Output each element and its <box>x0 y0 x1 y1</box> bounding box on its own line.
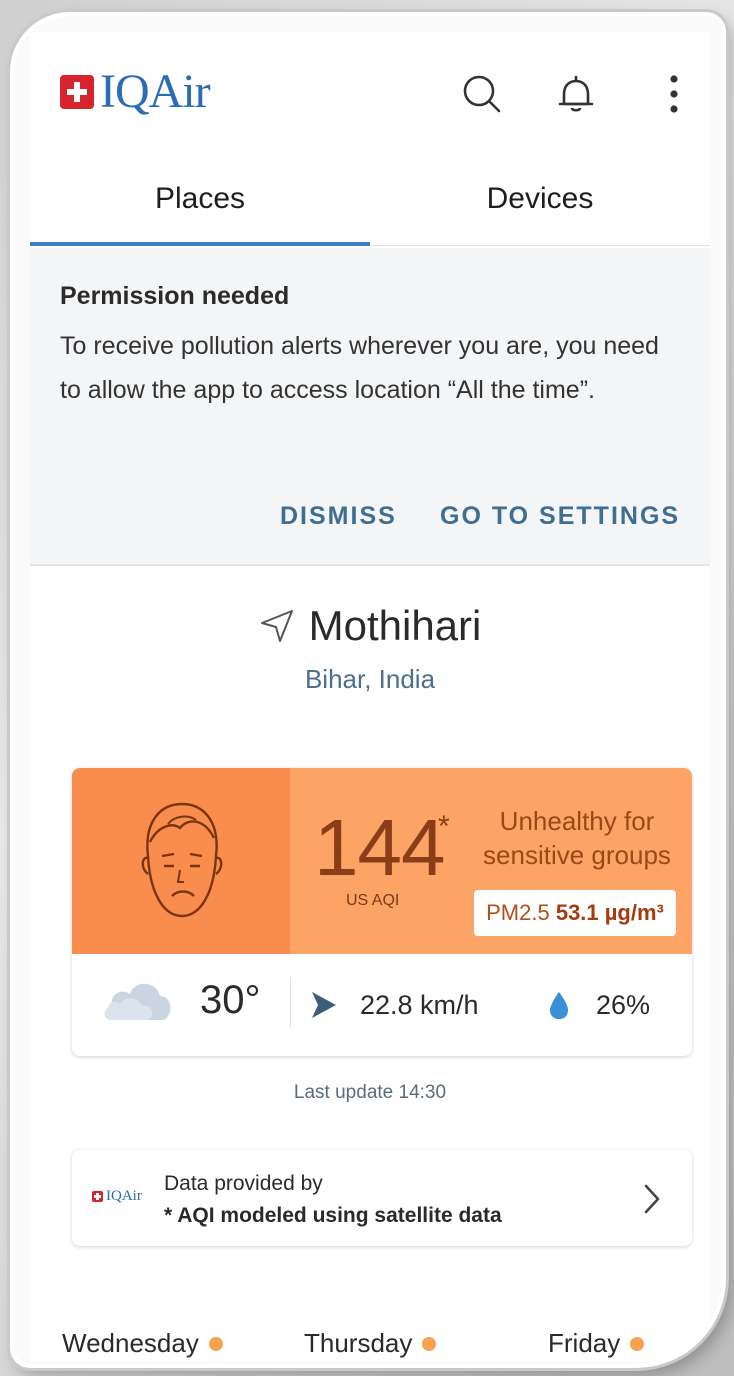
aqi-dot-icon <box>630 1336 645 1351</box>
location-arrow-icon <box>260 610 293 642</box>
go-to-settings-button[interactable]: GO TO SETTINGS <box>440 502 680 531</box>
provider-label: Data provided by <box>164 1172 323 1195</box>
permission-banner: Permission needed To receive pollution a… <box>30 248 710 566</box>
tab-devices[interactable]: Devices <box>370 162 710 246</box>
dismiss-button[interactable]: DISMISS <box>280 502 397 531</box>
aqi-status: Unhealthy for sensitive groups <box>483 806 671 870</box>
app-screen: IQAir Places Devices Permission needed T… <box>30 32 710 1362</box>
forecast-day[interactable]: Thursday <box>304 1328 437 1359</box>
banner-text: To receive pollution alerts wherever you… <box>60 332 659 404</box>
more-vert-icon[interactable] <box>652 72 696 116</box>
humidity-drop-icon <box>550 992 568 1019</box>
region-name: Bihar, India <box>304 664 436 694</box>
logo-text: IQAir <box>100 65 211 118</box>
forecast-days: Wednesday Thursday Friday <box>30 1328 710 1362</box>
iqair-logo: IQAir <box>60 65 211 118</box>
aqi-dot-icon <box>208 1336 223 1351</box>
aqi-unit: US AQI <box>346 892 400 909</box>
weather-divider <box>290 978 291 1028</box>
search-icon[interactable] <box>460 72 504 116</box>
cloud-icon <box>104 983 171 1020</box>
tab-places[interactable]: Places <box>30 162 370 246</box>
tab-indicator <box>30 242 370 246</box>
tab-bar: Places Devices <box>30 162 710 246</box>
banner-title: Permission needed <box>60 282 290 310</box>
day-label: Wednesday <box>62 1328 199 1358</box>
temperature: 30° <box>200 978 261 1022</box>
chevron-right-icon[interactable] <box>640 1182 664 1216</box>
provider-note: * AQI modeled using satellite data <box>164 1204 502 1227</box>
app-header: IQAir <box>30 32 710 142</box>
swiss-cross-icon <box>60 75 94 109</box>
provider-logo: IQAir <box>92 1188 142 1205</box>
city-row: Mothihari <box>30 602 710 650</box>
pollutant-concentration: 53.1 µg/m³ <box>555 900 664 925</box>
main-pollutant-badge: PM2.5 53.1 µg/m³ <box>474 890 676 936</box>
humidity: 26% <box>596 990 651 1020</box>
day-label: Friday <box>548 1328 621 1358</box>
aqi-face-panel <box>72 768 290 954</box>
forecast-day[interactable]: Wednesday <box>62 1328 223 1359</box>
provider-logo-text: IQAir <box>106 1188 142 1204</box>
forecast-day[interactable]: Friday <box>548 1328 645 1359</box>
wind-speed: 22.8 km/h <box>360 990 479 1020</box>
pollutant-name: PM2.5 <box>486 900 550 925</box>
weather-row: 30° 22.8 km/h 26% <box>72 954 692 1056</box>
last-update: Last update 14:30 <box>293 1082 447 1103</box>
aqi-dot-icon <box>422 1336 437 1351</box>
aqi-modeled-star: * <box>438 810 450 843</box>
wind-direction-icon <box>312 992 336 1018</box>
aqi-value: 144 <box>314 803 445 892</box>
day-label: Thursday <box>304 1328 413 1358</box>
phone-frame: IQAir Places Devices Permission needed T… <box>10 12 726 1368</box>
bell-icon[interactable] <box>554 72 598 116</box>
aqi-panel: 144 * US AQI Unhealthy for sensitive gro… <box>72 768 692 954</box>
swiss-cross-icon <box>92 1191 103 1202</box>
location-header: Mothihari Bihar, India <box>30 602 710 695</box>
sad-face-icon <box>141 802 223 918</box>
city-name: Mothihari <box>308 602 482 649</box>
aqi-card[interactable]: 144 * US AQI Unhealthy for sensitive gro… <box>72 768 692 1056</box>
data-provider-card[interactable]: IQAir Data provided by * AQI modeled usi… <box>72 1150 692 1246</box>
